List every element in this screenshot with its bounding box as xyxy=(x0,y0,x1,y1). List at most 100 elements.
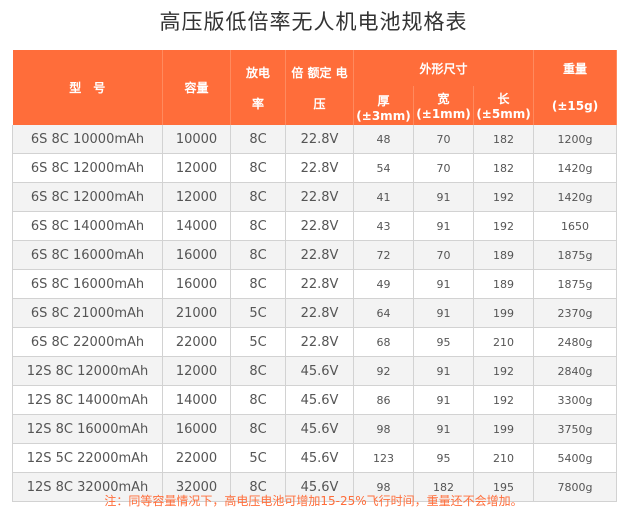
table-row: 6S 8C 10000mAh 10000 8C 22.8V 48 70 182 1200g xyxy=(12,125,618,154)
cell-discharge-rate: 8C xyxy=(230,385,286,415)
table-row: 12S 5C 22000mAh 22000 5C 45.6V 123 95 210 5400g xyxy=(12,443,618,473)
cell-width: 91 xyxy=(413,356,474,386)
cell-weight: 5400g xyxy=(533,443,618,473)
cell-weight: 1875g xyxy=(533,240,618,270)
cell-voltage: 22.8V xyxy=(285,327,354,357)
cell-weight: 3300g xyxy=(533,385,618,415)
cell-capacity: 14000 xyxy=(162,385,231,415)
table-header: 型 号 容量 放电 率 倍 额定 电 压 外形尺寸 重量 厚(±3mm) 宽 (… xyxy=(12,50,618,125)
cell-length: 199 xyxy=(473,414,535,444)
cell-width: 91 xyxy=(413,182,474,212)
cell-thickness: 123 xyxy=(353,443,414,473)
cell-model: 6S 8C 12000mAh xyxy=(12,153,163,183)
table-row: 6S 8C 21000mAh 21000 5C 22.8V 64 91 199 2370g xyxy=(12,298,618,328)
cell-thickness: 98 xyxy=(353,414,414,444)
cell-voltage: 22.8V xyxy=(285,269,354,299)
cell-weight: 1200g xyxy=(533,125,618,154)
cell-voltage: 45.6V xyxy=(285,356,354,386)
cell-discharge-rate: 8C xyxy=(230,125,286,154)
header-voltage-bottom: 压 xyxy=(313,96,326,111)
header-capacity: 容量 xyxy=(162,50,231,125)
cell-model: 12S 8C 12000mAh xyxy=(12,356,163,386)
cell-length: 182 xyxy=(473,153,535,183)
cell-voltage: 22.8V xyxy=(285,298,354,328)
cell-thickness: 68 xyxy=(353,327,414,357)
table-body: 6S 8C 10000mAh 10000 8C 22.8V 48 70 182 1200g 6S… xyxy=(12,125,618,502)
table-row: 6S 8C 12000mAh 12000 8C 22.8V 54 70 182 1420g xyxy=(12,153,618,183)
battery-spec-table: 型 号 容量 放电 率 倍 额定 电 压 外形尺寸 重量 厚(±3mm) 宽 (… xyxy=(12,50,618,502)
cell-capacity: 14000 xyxy=(162,211,231,241)
table-row: 6S 8C 16000mAh 16000 8C 22.8V 72 70 189 1875g xyxy=(12,240,618,270)
cell-width: 70 xyxy=(413,125,474,154)
header-width: 宽 (±1mm) xyxy=(413,86,474,125)
cell-capacity: 16000 xyxy=(162,269,231,299)
cell-capacity: 12000 xyxy=(162,356,231,386)
table-row: 12S 8C 12000mAh 12000 8C 45.6V 92 91 192 2840g xyxy=(12,356,618,386)
header-length: 长 (±5mm) xyxy=(473,86,535,125)
cell-weight: 2840g xyxy=(533,356,618,386)
table-row: 6S 8C 16000mAh 16000 8C 22.8V 49 91 189 1875g xyxy=(12,269,618,299)
cell-thickness: 48 xyxy=(353,125,414,154)
cell-weight: 1420g xyxy=(533,153,618,183)
cell-discharge-rate: 5C xyxy=(230,327,286,357)
cell-width: 91 xyxy=(413,298,474,328)
cell-model: 12S 5C 22000mAh xyxy=(12,443,163,473)
cell-discharge-rate: 8C xyxy=(230,240,286,270)
header-length-label: 长 xyxy=(497,92,510,106)
header-rate-bottom: 率 xyxy=(251,96,264,111)
cell-model: 6S 8C 21000mAh xyxy=(12,298,163,328)
header-thickness: 厚(±3mm) xyxy=(353,86,414,125)
cell-length: 189 xyxy=(473,240,535,270)
cell-voltage: 45.6V xyxy=(285,414,354,444)
cell-voltage: 22.8V xyxy=(285,240,354,270)
header-rate-top: 放电 xyxy=(245,65,270,80)
cell-voltage: 22.8V xyxy=(285,125,354,154)
cell-discharge-rate: 8C xyxy=(230,211,286,241)
cell-model: 6S 8C 12000mAh xyxy=(12,182,163,212)
cell-capacity: 16000 xyxy=(162,240,231,270)
table-row: 6S 8C 12000mAh 12000 8C 22.8V 41 91 192 1420g xyxy=(12,182,618,212)
header-voltage-top: 倍 额定 电 xyxy=(291,65,348,80)
cell-capacity: 10000 xyxy=(162,125,231,154)
cell-weight: 1650 xyxy=(533,211,618,241)
cell-model: 12S 8C 16000mAh xyxy=(12,414,163,444)
cell-thickness: 72 xyxy=(353,240,414,270)
cell-weight: 2370g xyxy=(533,298,618,328)
cell-capacity: 22000 xyxy=(162,443,231,473)
cell-width: 95 xyxy=(413,443,474,473)
cell-thickness: 49 xyxy=(353,269,414,299)
cell-thickness: 92 xyxy=(353,356,414,386)
cell-thickness: 64 xyxy=(353,298,414,328)
cell-thickness: 43 xyxy=(353,211,414,241)
page-title: 高压版低倍率无人机电池规格表 xyxy=(159,10,468,34)
cell-length: 192 xyxy=(473,385,535,415)
header-weight: 重量 xyxy=(533,50,618,86)
header-discharge-rate: 放电 率 xyxy=(230,50,286,125)
cell-length: 192 xyxy=(473,182,535,212)
cell-weight: 2480g xyxy=(533,327,618,357)
cell-discharge-rate: 5C xyxy=(230,443,286,473)
cell-voltage: 22.8V xyxy=(285,153,354,183)
cell-discharge-rate: 8C xyxy=(230,356,286,386)
cell-model: 6S 8C 16000mAh xyxy=(12,240,163,270)
cell-weight: 1875g xyxy=(533,269,618,299)
header-dimensions: 外形尺寸 xyxy=(353,50,535,86)
cell-capacity: 21000 xyxy=(162,298,231,328)
cell-thickness: 86 xyxy=(353,385,414,415)
cell-voltage: 45.6V xyxy=(285,385,354,415)
cell-capacity: 12000 xyxy=(162,182,231,212)
footnote: 注：同等容量情况下，高电压电池可增加15-25%飞行时间，重量还不会增加。 xyxy=(104,494,523,508)
cell-voltage: 22.8V xyxy=(285,182,354,212)
cell-length: 192 xyxy=(473,211,535,241)
cell-discharge-rate: 8C xyxy=(230,269,286,299)
cell-capacity: 12000 xyxy=(162,153,231,183)
cell-voltage: 22.8V xyxy=(285,211,354,241)
header-length-tolerance: (±5mm) xyxy=(476,107,531,121)
cell-length: 189 xyxy=(473,269,535,299)
cell-model: 6S 8C 14000mAh xyxy=(12,211,163,241)
cell-length: 182 xyxy=(473,125,535,154)
cell-model: 6S 8C 22000mAh xyxy=(12,327,163,357)
header-width-tolerance: (±1mm) xyxy=(416,107,471,121)
cell-model: 6S 8C 16000mAh xyxy=(12,269,163,299)
cell-discharge-rate: 8C xyxy=(230,182,286,212)
